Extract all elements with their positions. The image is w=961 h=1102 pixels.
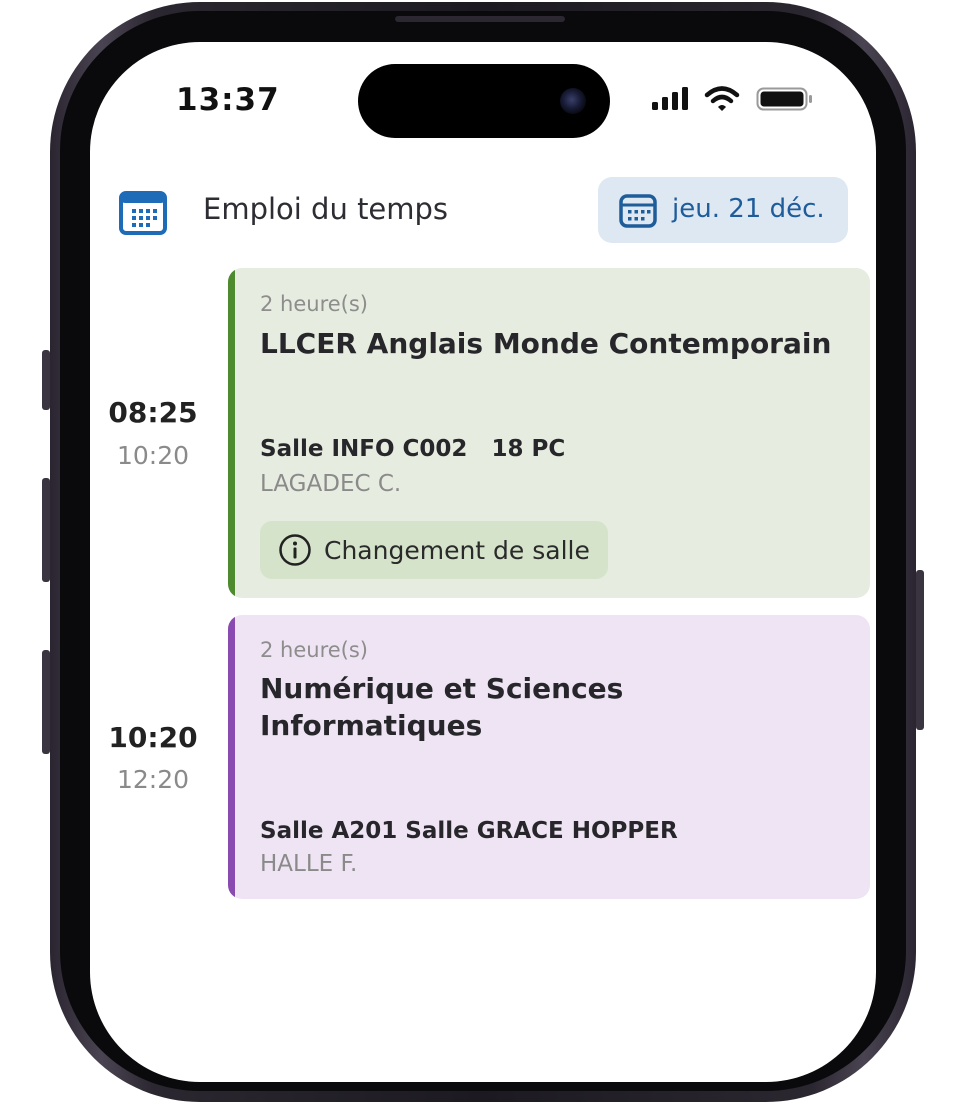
power-button — [916, 570, 924, 730]
speaker-slot — [395, 16, 565, 22]
lesson-teacher: HALLE F. — [260, 851, 358, 877]
cellular-signal-icon — [652, 87, 688, 110]
page-title: Emploi du temps — [203, 192, 449, 226]
date-label: jeu. 21 déc. — [672, 194, 825, 224]
lesson-duration: 2 heure(s) — [260, 638, 368, 662]
lesson-teacher: LAGADEC C. — [260, 471, 402, 497]
status-icons — [650, 86, 820, 114]
status-time: 13:37 — [176, 82, 280, 118]
lesson-end-time: 12:20 — [116, 765, 190, 794]
dynamic-island — [358, 64, 610, 138]
lesson-card[interactable]: 2 heure(s) LLCER Anglais Monde Contempor… — [228, 268, 870, 598]
lesson-duration: 2 heure(s) — [260, 292, 368, 316]
calendar-icon — [119, 191, 167, 235]
screen: 13:37 Emploi du temps jeu. 21 déc. 08:25… — [90, 42, 876, 1082]
room-change-label: Changement de salle — [324, 535, 590, 565]
battery-icon — [756, 87, 812, 111]
mute-switch — [42, 350, 50, 410]
lesson-subject: Numérique et Sciences Informatiques — [260, 672, 624, 742]
front-camera-icon — [560, 88, 586, 114]
lesson-subject: LLCER Anglais Monde Contemporain — [260, 327, 832, 360]
info-icon — [279, 534, 311, 566]
lesson-start-time: 10:20 — [108, 721, 198, 754]
lesson-room: Salle A201 Salle GRACE HOPPER — [260, 818, 678, 844]
lesson-start-time: 08:25 — [108, 396, 198, 429]
lesson-color-bar — [228, 268, 235, 598]
volume-down-button — [42, 650, 50, 754]
room-change-badge: Changement de salle — [260, 521, 608, 579]
wifi-icon — [704, 86, 740, 111]
lesson-end-time: 10:20 — [116, 441, 190, 470]
date-picker-button[interactable]: jeu. 21 déc. — [598, 177, 848, 243]
calendar-icon — [619, 194, 657, 228]
lesson-color-bar — [228, 615, 235, 899]
lesson-room: Salle INFO C002 18 PC — [260, 436, 566, 462]
volume-up-button — [42, 478, 50, 582]
lesson-card[interactable]: 2 heure(s) Numérique et Sciences Informa… — [228, 615, 870, 899]
